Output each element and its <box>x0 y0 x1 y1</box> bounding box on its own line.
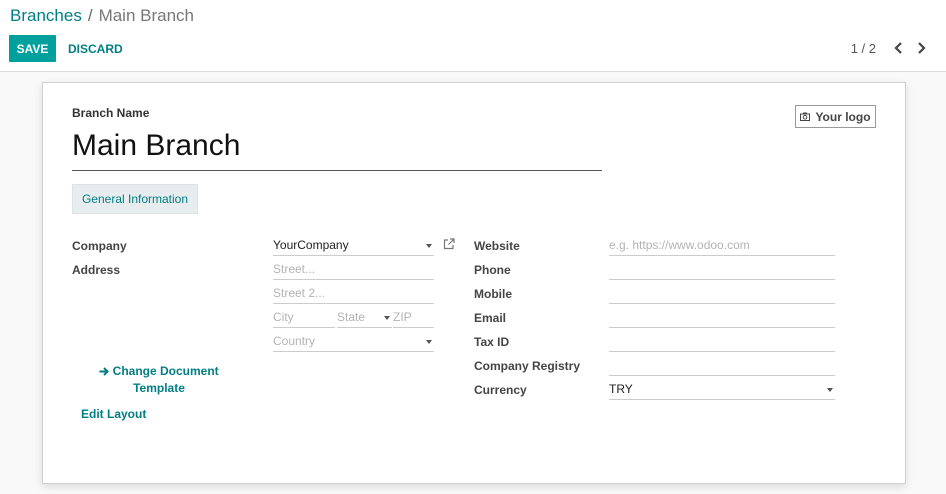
change-document-template-label: Change Document Template <box>112 364 219 395</box>
company-registry-label: Company Registry <box>474 359 581 373</box>
arrow-right-icon <box>99 367 110 376</box>
chevron-down-icon <box>426 340 432 344</box>
your-logo-button[interactable]: Your logo <box>795 105 876 128</box>
tab-general-information[interactable]: General Information <box>72 184 198 214</box>
zip-input[interactable]: ZIP <box>393 307 434 328</box>
discard-button[interactable]: DISCARD <box>68 35 123 62</box>
address-label: Address <box>72 263 121 277</box>
email-input[interactable] <box>609 307 835 328</box>
email-label: Email <box>474 311 507 325</box>
change-document-template-button[interactable]: Change Document Template <box>89 363 229 397</box>
chevron-right-icon <box>918 42 926 54</box>
branch-name-label: Branch Name <box>72 106 150 120</box>
company-label: Company <box>72 239 127 253</box>
street2-input[interactable]: Street 2... <box>273 283 434 304</box>
tax-id-label: Tax ID <box>474 335 510 349</box>
company-select[interactable]: YourCompany <box>273 235 434 256</box>
phone-label: Phone <box>474 263 511 277</box>
pager-value[interactable]: 1 / 2 <box>851 41 876 56</box>
chevron-down-icon <box>384 316 390 320</box>
branch-name-input[interactable]: Main Branch <box>72 127 602 171</box>
control-panel: Branches / Main Branch SAVE DISCARD 1 / 2 <box>0 0 946 72</box>
chevron-down-icon <box>426 244 432 248</box>
currency-label: Currency <box>474 383 527 397</box>
state-placeholder: State <box>337 310 366 324</box>
company-value: YourCompany <box>273 238 349 252</box>
breadcrumb-parent-link[interactable]: Branches <box>10 6 82 25</box>
company-registry-input[interactable] <box>609 355 835 376</box>
your-logo-label: Your logo <box>815 109 871 124</box>
website-label: Website <box>474 239 520 253</box>
currency-value: TRY <box>609 382 633 396</box>
tax-id-input[interactable] <box>609 331 835 352</box>
breadcrumb: Branches / Main Branch <box>10 6 194 26</box>
website-input[interactable]: e.g. https://www.odoo.com <box>609 235 835 256</box>
save-button[interactable]: SAVE <box>9 35 56 62</box>
pager-next-button[interactable] <box>910 39 932 57</box>
city-input[interactable]: City <box>273 307 335 328</box>
edit-layout-link[interactable]: Edit Layout <box>81 407 146 421</box>
chevron-left-icon <box>894 42 902 54</box>
pager-previous-button[interactable] <box>888 39 910 57</box>
mobile-input[interactable] <box>609 283 835 304</box>
external-link-icon[interactable] <box>443 238 455 250</box>
country-placeholder: Country <box>273 334 316 348</box>
phone-input[interactable] <box>609 259 835 280</box>
state-select[interactable]: State <box>337 307 392 328</box>
breadcrumb-current: Main Branch <box>98 6 194 25</box>
pager: 1 / 2 <box>851 39 932 57</box>
breadcrumb-separator: / <box>87 6 93 25</box>
currency-select[interactable]: TRY <box>609 379 835 400</box>
mobile-label: Mobile <box>474 287 512 301</box>
form-sheet: Branch Name Main Branch Your logo Genera… <box>42 82 906 484</box>
street-input[interactable]: Street... <box>273 259 434 280</box>
country-select[interactable]: Country <box>273 331 434 352</box>
camera-icon <box>800 112 811 121</box>
chevron-down-icon <box>827 388 833 392</box>
